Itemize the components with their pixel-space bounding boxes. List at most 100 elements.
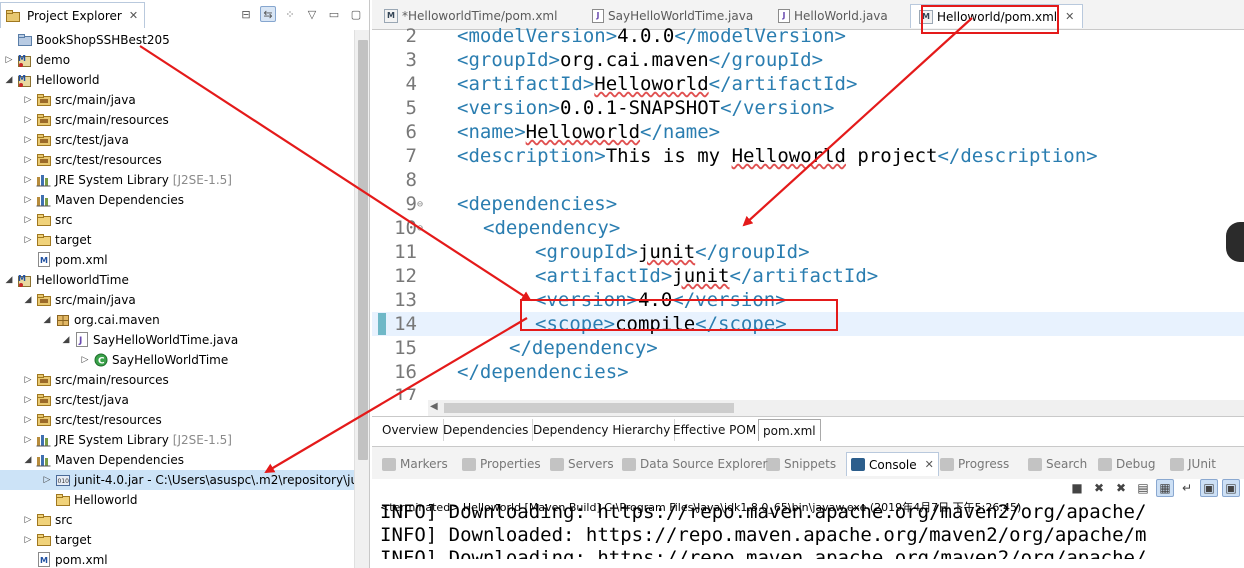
- tree-item[interactable]: ▷ src: [0, 210, 354, 230]
- tree-item[interactable]: ▷ Maven Dependencies: [0, 190, 354, 210]
- pom-page-tab[interactable]: Dependency Hierarchy: [529, 419, 676, 441]
- collapse-all-icon[interactable]: ⊟: [238, 6, 254, 22]
- tree-item[interactable]: ▷ src: [0, 510, 354, 530]
- tree-item[interactable]: ▷ src/test/resources: [0, 150, 354, 170]
- console-view-tab[interactable]: Snippets: [762, 452, 840, 476]
- collapsed-twisty-icon[interactable]: ▷: [3, 55, 15, 65]
- tree-item[interactable]: Mpom.xml: [0, 550, 354, 568]
- link-with-editor-icon[interactable]: ⇆: [260, 6, 276, 22]
- console-view-tab[interactable]: Data Source Explorer: [618, 452, 771, 476]
- collapsed-twisty-icon[interactable]: ▷: [22, 535, 34, 545]
- console-output[interactable]: INFO] Downloading: https://repo.maven.ap…: [380, 501, 1244, 559]
- code-line[interactable]: 2 <modelVersion>4.0.0</modelVersion>: [372, 24, 1244, 48]
- pom-page-tab[interactable]: Effective POM: [669, 419, 762, 441]
- horizontal-scrollbar[interactable]: ◀: [428, 400, 1244, 416]
- expanded-twisty-icon[interactable]: ◢: [22, 295, 34, 305]
- tree-item[interactable]: ◢ M HelloworldTime: [0, 270, 354, 290]
- word-wrap-icon[interactable]: ↵: [1178, 479, 1196, 497]
- collapsed-twisty-icon[interactable]: ▷: [22, 215, 34, 225]
- view-menu-icon[interactable]: ▽: [304, 6, 320, 22]
- expanded-twisty-icon[interactable]: ◢: [41, 315, 53, 325]
- collapsed-twisty-icon[interactable]: ▷: [41, 475, 53, 485]
- code-line[interactable]: 9 ⊖ <dependencies>: [372, 192, 1244, 216]
- collapsed-twisty-icon[interactable]: ▷: [79, 355, 91, 365]
- pom-page-tab[interactable]: Overview: [378, 419, 444, 441]
- show-on-error-icon[interactable]: ▣: [1222, 479, 1240, 497]
- clear-console-icon[interactable]: ▤: [1134, 479, 1152, 497]
- expanded-twisty-icon[interactable]: ◢: [3, 75, 15, 85]
- code-line[interactable]: 5 <version>0.0.1-SNAPSHOT</version>: [372, 96, 1244, 120]
- console-view-tab[interactable]: Console ✕: [846, 452, 939, 476]
- collapsed-twisty-icon[interactable]: ▷: [22, 515, 34, 525]
- code-line[interactable]: 3 <groupId>org.cai.maven</groupId>: [372, 48, 1244, 72]
- tree-item[interactable]: ◢ src/main/java: [0, 290, 354, 310]
- tree-item[interactable]: ▷ JRE System Library [J2SE-1.5]: [0, 430, 354, 450]
- tree-item[interactable]: ◢ org.cai.maven: [0, 310, 354, 330]
- tree-item[interactable]: ▷ JRE System Library [J2SE-1.5]: [0, 170, 354, 190]
- collapsed-twisty-icon[interactable]: ▷: [22, 95, 34, 105]
- pom-page-tab[interactable]: pom.xml: [758, 419, 821, 441]
- tree-item[interactable]: ▷ src/main/java: [0, 90, 354, 110]
- remove-all-terminated-icon[interactable]: ✖: [1112, 479, 1130, 497]
- collapsed-twisty-icon[interactable]: ▷: [22, 375, 34, 385]
- tree-item[interactable]: ▷ src/test/resources: [0, 410, 354, 430]
- console-view-tab[interactable]: Progress: [936, 452, 1013, 476]
- code-line[interactable]: 10 ⊖ <dependency>: [372, 216, 1244, 240]
- collapsed-twisty-icon[interactable]: ▷: [22, 115, 34, 125]
- code-line[interactable]: 6 <name>Helloworld</name>: [372, 120, 1244, 144]
- console-view-tab[interactable]: JUnit: [1166, 452, 1220, 476]
- tree-item[interactable]: Mpom.xml: [0, 250, 354, 270]
- collapsed-twisty-icon[interactable]: ▷: [22, 415, 34, 425]
- tree-item[interactable]: ▷ src/main/resources: [0, 370, 354, 390]
- tree-item[interactable]: ◢ Maven Dependencies: [0, 450, 354, 470]
- code-line[interactable]: 15 </dependency>: [372, 336, 1244, 360]
- expanded-twisty-icon[interactable]: ◢: [60, 335, 72, 345]
- collapsed-twisty-icon[interactable]: ▷: [22, 155, 34, 165]
- remove-launch-icon[interactable]: ✖: [1090, 479, 1108, 497]
- filter-icon[interactable]: ⁘: [282, 6, 298, 22]
- pom-page-tab[interactable]: Dependencies: [439, 419, 534, 441]
- tree-item[interactable]: ▷ src/main/resources: [0, 110, 354, 130]
- tree-item[interactable]: ◢ J SayHelloWorldTime.java: [0, 330, 354, 350]
- fold-toggle-icon[interactable]: ⊖: [417, 199, 429, 210]
- show-on-output-icon[interactable]: ▣: [1200, 479, 1218, 497]
- tree-item[interactable]: Helloworld: [0, 490, 354, 510]
- expanded-twisty-icon[interactable]: ◢: [3, 275, 15, 285]
- collapsed-twisty-icon[interactable]: ▷: [22, 435, 34, 445]
- tree-item[interactable]: ◢ M Helloworld: [0, 70, 354, 90]
- collapsed-twisty-icon[interactable]: ▷: [22, 195, 34, 205]
- tree-item[interactable]: ▷ C SayHelloWorldTime: [0, 350, 354, 370]
- code-line[interactable]: 7 <description>This is my Helloworld proj…: [372, 144, 1244, 168]
- tree-item[interactable]: ▷ target: [0, 530, 354, 550]
- console-view-tab[interactable]: Debug: [1094, 452, 1159, 476]
- minimize-icon[interactable]: ▭: [326, 6, 342, 22]
- code-line[interactable]: 11 <groupId>junit</groupId>: [372, 240, 1244, 264]
- code-line[interactable]: 12 <artifactId>junit</artifactId>: [372, 264, 1244, 288]
- scroll-left-icon[interactable]: ◀: [430, 401, 438, 412]
- tree-item[interactable]: ▷ src/test/java: [0, 130, 354, 150]
- tree-item[interactable]: BookShopSSHBest205: [0, 30, 354, 50]
- tree-item[interactable]: ▷ target: [0, 230, 354, 250]
- terminate-icon[interactable]: ■: [1068, 479, 1086, 497]
- floating-edge-button[interactable]: [1226, 222, 1244, 262]
- fold-toggle-icon[interactable]: ⊖: [417, 223, 429, 234]
- close-icon[interactable]: ✕: [1065, 10, 1074, 23]
- tree-item[interactable]: ▷ Mdemo: [0, 50, 354, 70]
- collapsed-twisty-icon[interactable]: ▷: [22, 395, 34, 405]
- collapsed-twisty-icon[interactable]: ▷: [22, 235, 34, 245]
- console-view-tab[interactable]: Search: [1024, 452, 1091, 476]
- project-explorer-tab[interactable]: Project Explorer ✕: [0, 2, 146, 28]
- close-icon[interactable]: ✕: [129, 9, 138, 22]
- vertical-scrollbar[interactable]: [354, 30, 369, 568]
- code-line[interactable]: 8: [372, 168, 1244, 192]
- console-view-tab[interactable]: Properties: [458, 452, 545, 476]
- code-line[interactable]: 17: [372, 384, 1244, 400]
- collapsed-twisty-icon[interactable]: ▷: [22, 135, 34, 145]
- console-view-tab[interactable]: Markers: [378, 452, 452, 476]
- scrollbar-thumb[interactable]: [358, 40, 368, 460]
- tree-item[interactable]: ▷ src/test/java: [0, 390, 354, 410]
- console-view-tab[interactable]: Servers: [546, 452, 618, 476]
- code-line[interactable]: 4 <artifactId>Helloworld</artifactId>: [372, 72, 1244, 96]
- close-icon[interactable]: ✕: [925, 458, 934, 471]
- code-line[interactable]: 16 </dependencies>: [372, 360, 1244, 384]
